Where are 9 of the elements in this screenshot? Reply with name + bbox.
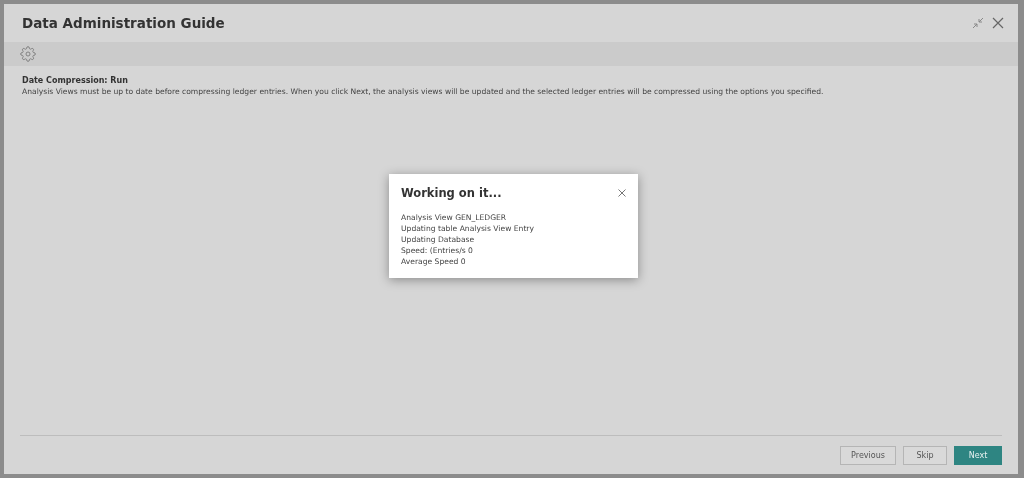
nav-button[interactable]: Previous (840, 445, 896, 465)
close-icon[interactable] (992, 17, 1004, 29)
nav-button[interactable]: Skip (903, 445, 947, 465)
next-button[interactable]: Next (954, 445, 1002, 465)
step-title: Date Compression: Run (22, 76, 129, 85)
window-title: Data Administration Guide (22, 15, 225, 31)
dialog-title: Working on it... (401, 186, 502, 200)
collapse-icon[interactable] (972, 17, 984, 29)
close-icon[interactable] (618, 189, 626, 197)
